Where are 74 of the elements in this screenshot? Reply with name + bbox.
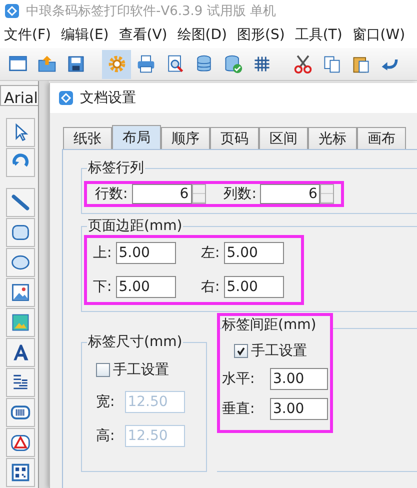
tool-button[interactable] <box>6 338 34 367</box>
menu-item[interactable]: 查看(V) <box>118 26 168 44</box>
check-icon <box>236 346 246 356</box>
printer-icon <box>136 54 156 74</box>
tab[interactable]: 区间 <box>259 127 308 149</box>
field-label: 行数: <box>95 185 128 203</box>
tool-button[interactable] <box>6 118 34 147</box>
input-field[interactable]: 5.00 <box>116 276 176 298</box>
group-title: 标签行列 <box>87 160 145 176</box>
menu-item[interactable]: 绘图(D) <box>177 26 227 44</box>
grid-icon <box>252 54 272 74</box>
rounded-rectangle-icon <box>10 222 30 243</box>
manual-setting-checkbox[interactable]: 手工设置 <box>96 361 206 379</box>
manual-setting-checkbox[interactable]: 手工设置 <box>222 342 330 360</box>
group-title: 页面边距(mm) <box>87 218 184 234</box>
font-field[interactable]: Arial <box>0 85 40 106</box>
menu-item[interactable]: 工具(T) <box>294 26 342 44</box>
field-label: 下: <box>93 278 112 296</box>
scissors-icon <box>292 54 312 74</box>
paste-icon <box>350 54 370 74</box>
tool-button[interactable] <box>6 428 34 457</box>
tab[interactable]: 纸张 <box>63 127 112 149</box>
field-label: 高: <box>96 427 115 445</box>
tab[interactable]: 布局 <box>112 125 161 149</box>
tool-button[interactable] <box>6 188 34 217</box>
tool-button[interactable] <box>6 218 34 247</box>
tab[interactable]: 光标 <box>308 127 357 149</box>
field-label: 上: <box>93 244 112 262</box>
tool-button[interactable] <box>6 248 34 277</box>
checkbox[interactable] <box>96 363 110 377</box>
field-label: 宽: <box>96 393 115 411</box>
field-label: 列数: <box>224 185 256 203</box>
database-check-icon <box>222 54 242 74</box>
spinner-arrows[interactable] <box>192 184 206 204</box>
menu-item[interactable]: 窗口(W) <box>352 26 406 44</box>
save-icon <box>66 54 86 74</box>
window-title: 中琅条码标签打印软件-V6.3.9 试用版 单机 <box>26 3 276 20</box>
tool-button[interactable] <box>6 308 34 337</box>
field-label: 垂直: <box>222 400 256 418</box>
tab[interactable]: 页码 <box>210 127 259 149</box>
input-field[interactable]: 5.00 <box>116 242 176 264</box>
tool-button[interactable] <box>6 278 34 307</box>
tool-button[interactable] <box>6 398 34 427</box>
gear-icon <box>106 54 126 74</box>
menu-item[interactable]: 图形(S) <box>237 26 285 44</box>
menu-item[interactable]: 编辑(E) <box>60 26 109 44</box>
dialog-title: 文档设置 <box>80 89 136 107</box>
group-title: 标签尺寸(mm) <box>87 334 184 350</box>
tool-button[interactable] <box>6 148 34 177</box>
input-field[interactable]: 5.00 <box>224 242 284 264</box>
input-field[interactable]: 3.00 <box>270 398 328 420</box>
app-logo-icon <box>4 3 20 19</box>
tool-button[interactable] <box>6 368 34 397</box>
number-field[interactable]: 6 <box>260 184 320 204</box>
window-icon <box>8 54 28 74</box>
number-field[interactable]: 6 <box>132 184 192 204</box>
picture-icon <box>10 312 30 333</box>
tab[interactable]: 画布 <box>357 127 406 149</box>
folder-icon <box>36 54 56 74</box>
menu-item[interactable]: 文件(F) <box>4 26 51 44</box>
image-icon <box>10 282 30 303</box>
input-field[interactable]: 3.00 <box>270 368 328 390</box>
input-field[interactable]: 5.00 <box>224 276 284 298</box>
tab[interactable]: 顺序 <box>161 127 210 149</box>
group-title: 标签间距(mm) <box>222 316 330 334</box>
tool-button[interactable] <box>6 458 34 487</box>
line-icon <box>10 192 30 213</box>
qr-code-icon <box>10 462 30 483</box>
app-logo-icon <box>58 90 74 106</box>
copy-icon <box>322 54 342 74</box>
field-label: 水平: <box>222 370 256 388</box>
field-label: 左: <box>201 244 220 262</box>
field-label: 右: <box>201 278 220 296</box>
checkbox[interactable] <box>234 344 248 358</box>
